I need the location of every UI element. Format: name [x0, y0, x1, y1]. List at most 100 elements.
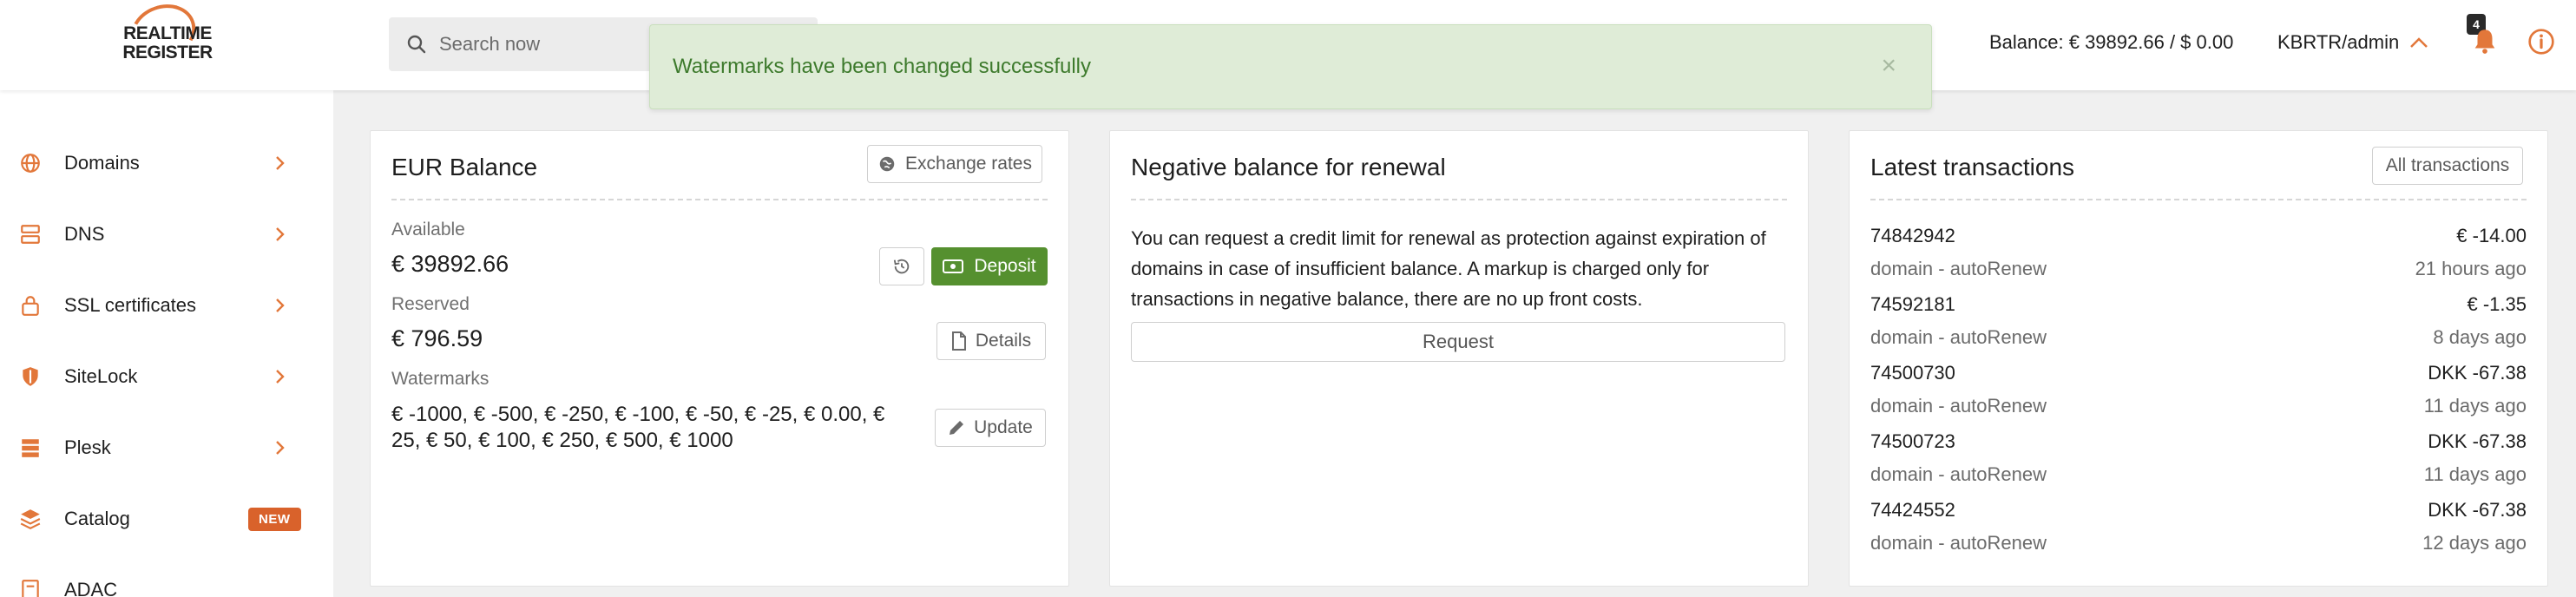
- chevron-right-icon: [276, 370, 285, 384]
- toast-message: Watermarks have been changed successfull…: [673, 55, 1092, 78]
- transaction-id: 74500723: [1870, 430, 1955, 452]
- all-transactions-button[interactable]: All transactions: [2372, 147, 2523, 185]
- transaction-amount: DKK -67.38: [2428, 499, 2527, 521]
- transaction-time: 11 days ago: [2423, 395, 2527, 417]
- watermarks-value: € -1000, € -500, € -250, € -100, € -50, …: [391, 403, 885, 452]
- transaction-amount: DKK -67.38: [2428, 362, 2527, 384]
- globe-icon: [21, 154, 40, 173]
- transaction-description: domain - autoRenew: [1870, 395, 2047, 417]
- details-button[interactable]: Details: [936, 322, 1046, 360]
- sidebar-item-adac[interactable]: ADAC: [0, 566, 333, 597]
- plesk-icon: [22, 439, 39, 457]
- logo-line-1: REALTIME: [123, 23, 212, 43]
- transaction-row[interactable]: 74842942 domain - autoRenew € -14.00 21 …: [1870, 225, 2527, 292]
- deposit-button[interactable]: Deposit: [931, 247, 1048, 285]
- transaction-row[interactable]: 74500723 domain - autoRenew DKK -67.38 1…: [1870, 430, 2527, 498]
- transaction-id: 74842942: [1870, 225, 1955, 246]
- header-balance: Balance: € 39892.66 / $ 0.00: [1989, 31, 2234, 53]
- transaction-id: 74500730: [1870, 362, 1955, 384]
- transaction-description: domain - autoRenew: [1870, 532, 2047, 554]
- deposit-label: Deposit: [974, 256, 1036, 276]
- info-icon[interactable]: [2527, 28, 2555, 56]
- negative-balance-card: Negative balance for renewal You can req…: [1109, 130, 1809, 587]
- card-title: Latest transactions: [1870, 154, 2075, 180]
- transaction-row[interactable]: 74424552 domain - autoRenew DKK -67.38 1…: [1870, 499, 2527, 567]
- sidebar-item-label: DNS: [64, 223, 105, 245]
- available-label: Available: [391, 220, 465, 239]
- chevron-up-icon: [2410, 37, 2428, 48]
- logo-text: REALTIME REGISTER: [120, 24, 215, 62]
- chevron-right-icon: [276, 441, 285, 455]
- file-icon: [951, 331, 966, 351]
- transaction-description: domain - autoRenew: [1870, 326, 2047, 348]
- search-icon: [407, 35, 426, 54]
- transaction-time: 21 hours ago: [2415, 258, 2527, 279]
- chevron-right-icon: [276, 227, 285, 241]
- transaction-id: 74592181: [1870, 293, 1955, 315]
- history-button[interactable]: [879, 247, 924, 285]
- latest-transactions-card: Latest transactions All transactions 748…: [1849, 130, 2548, 587]
- sidebar-item-label: Catalog: [64, 508, 130, 529]
- divider: [1870, 199, 2527, 200]
- reserved-label: Reserved: [391, 294, 470, 314]
- lock-icon: [22, 296, 39, 316]
- sidebar-item-label: SSL certificates: [64, 294, 197, 316]
- transaction-amount: DKK -67.38: [2428, 430, 2527, 452]
- sidebar-item-dns[interactable]: DNS: [0, 210, 333, 259]
- card-title: EUR Balance: [391, 154, 538, 180]
- divider: [1131, 199, 1787, 200]
- chevron-right-icon: [276, 298, 285, 312]
- sidebar-item-catalog[interactable]: Catalog NEW: [0, 495, 333, 543]
- layers-icon: [20, 509, 41, 530]
- sidebar-item-label: ADAC: [64, 579, 118, 597]
- realtime-register-logo[interactable]: REALTIME REGISTER: [113, 0, 217, 85]
- exchange-rates-label: Exchange rates: [905, 154, 1032, 174]
- available-value: € 39892.66: [391, 251, 509, 277]
- account-menu[interactable]: KBRTR/admin: [2277, 31, 2428, 54]
- money-icon: [943, 259, 964, 273]
- request-button[interactable]: Request: [1131, 322, 1785, 362]
- sidebar-item-label: SiteLock: [64, 365, 138, 387]
- account-name: KBRTR/admin: [2277, 31, 2400, 53]
- sidebar-item-label: Plesk: [64, 436, 111, 458]
- sidebar-item-label: Domains: [64, 152, 140, 174]
- eur-balance-card: EUR Balance Exchange rates Available € 3…: [370, 130, 1069, 587]
- sidebar-item-sitelock[interactable]: SiteLock: [0, 352, 333, 401]
- transaction-description: domain - autoRenew: [1870, 258, 2047, 279]
- reserved-value: € 796.59: [391, 325, 483, 351]
- sidebar-item-plesk[interactable]: Plesk: [0, 423, 333, 472]
- transaction-row[interactable]: 74500730 domain - autoRenew DKK -67.38 1…: [1870, 362, 2527, 430]
- details-label: Details: [975, 331, 1032, 351]
- transaction-row[interactable]: 74592181 domain - autoRenew € -1.35 8 da…: [1870, 293, 2527, 361]
- new-badge: NEW: [248, 507, 301, 531]
- globe-icon: [879, 156, 895, 172]
- chevron-right-icon: [276, 156, 285, 170]
- bell-icon[interactable]: [2470, 26, 2500, 56]
- transaction-description: domain - autoRenew: [1870, 463, 2047, 485]
- transaction-id: 74424552: [1870, 499, 1955, 521]
- update-button[interactable]: Update: [935, 409, 1046, 447]
- watermarks-label: Watermarks: [391, 369, 490, 389]
- close-icon[interactable]: ×: [1881, 53, 1896, 79]
- success-toast: Watermarks have been changed successfull…: [649, 24, 1932, 109]
- sidebar: Domains DNS SSL certificates SiteLock Pl…: [0, 90, 333, 597]
- sidebar-item-domains[interactable]: Domains: [0, 139, 333, 187]
- all-transactions-label: All transactions: [2385, 155, 2510, 175]
- update-label: Update: [974, 417, 1033, 437]
- transaction-amount: € -14.00: [2456, 225, 2527, 246]
- logo-line-2: REGISTER: [122, 43, 213, 62]
- pencil-icon: [950, 421, 964, 435]
- transaction-time: 8 days ago: [2433, 326, 2527, 348]
- divider: [391, 199, 1048, 200]
- server-icon: [21, 225, 40, 244]
- card-title: Negative balance for renewal: [1131, 154, 1446, 180]
- exchange-rates-button[interactable]: Exchange rates: [867, 145, 1042, 183]
- transaction-time: 11 days ago: [2423, 463, 2527, 485]
- transaction-time: 12 days ago: [2422, 532, 2527, 554]
- sidebar-item-ssl-certificates[interactable]: SSL certificates: [0, 281, 333, 330]
- history-icon: [893, 259, 910, 274]
- shield-icon: [23, 367, 38, 386]
- document-icon: [22, 580, 39, 597]
- negative-balance-description: You can request a credit limit for renew…: [1131, 227, 1766, 310]
- transaction-amount: € -1.35: [2467, 293, 2527, 315]
